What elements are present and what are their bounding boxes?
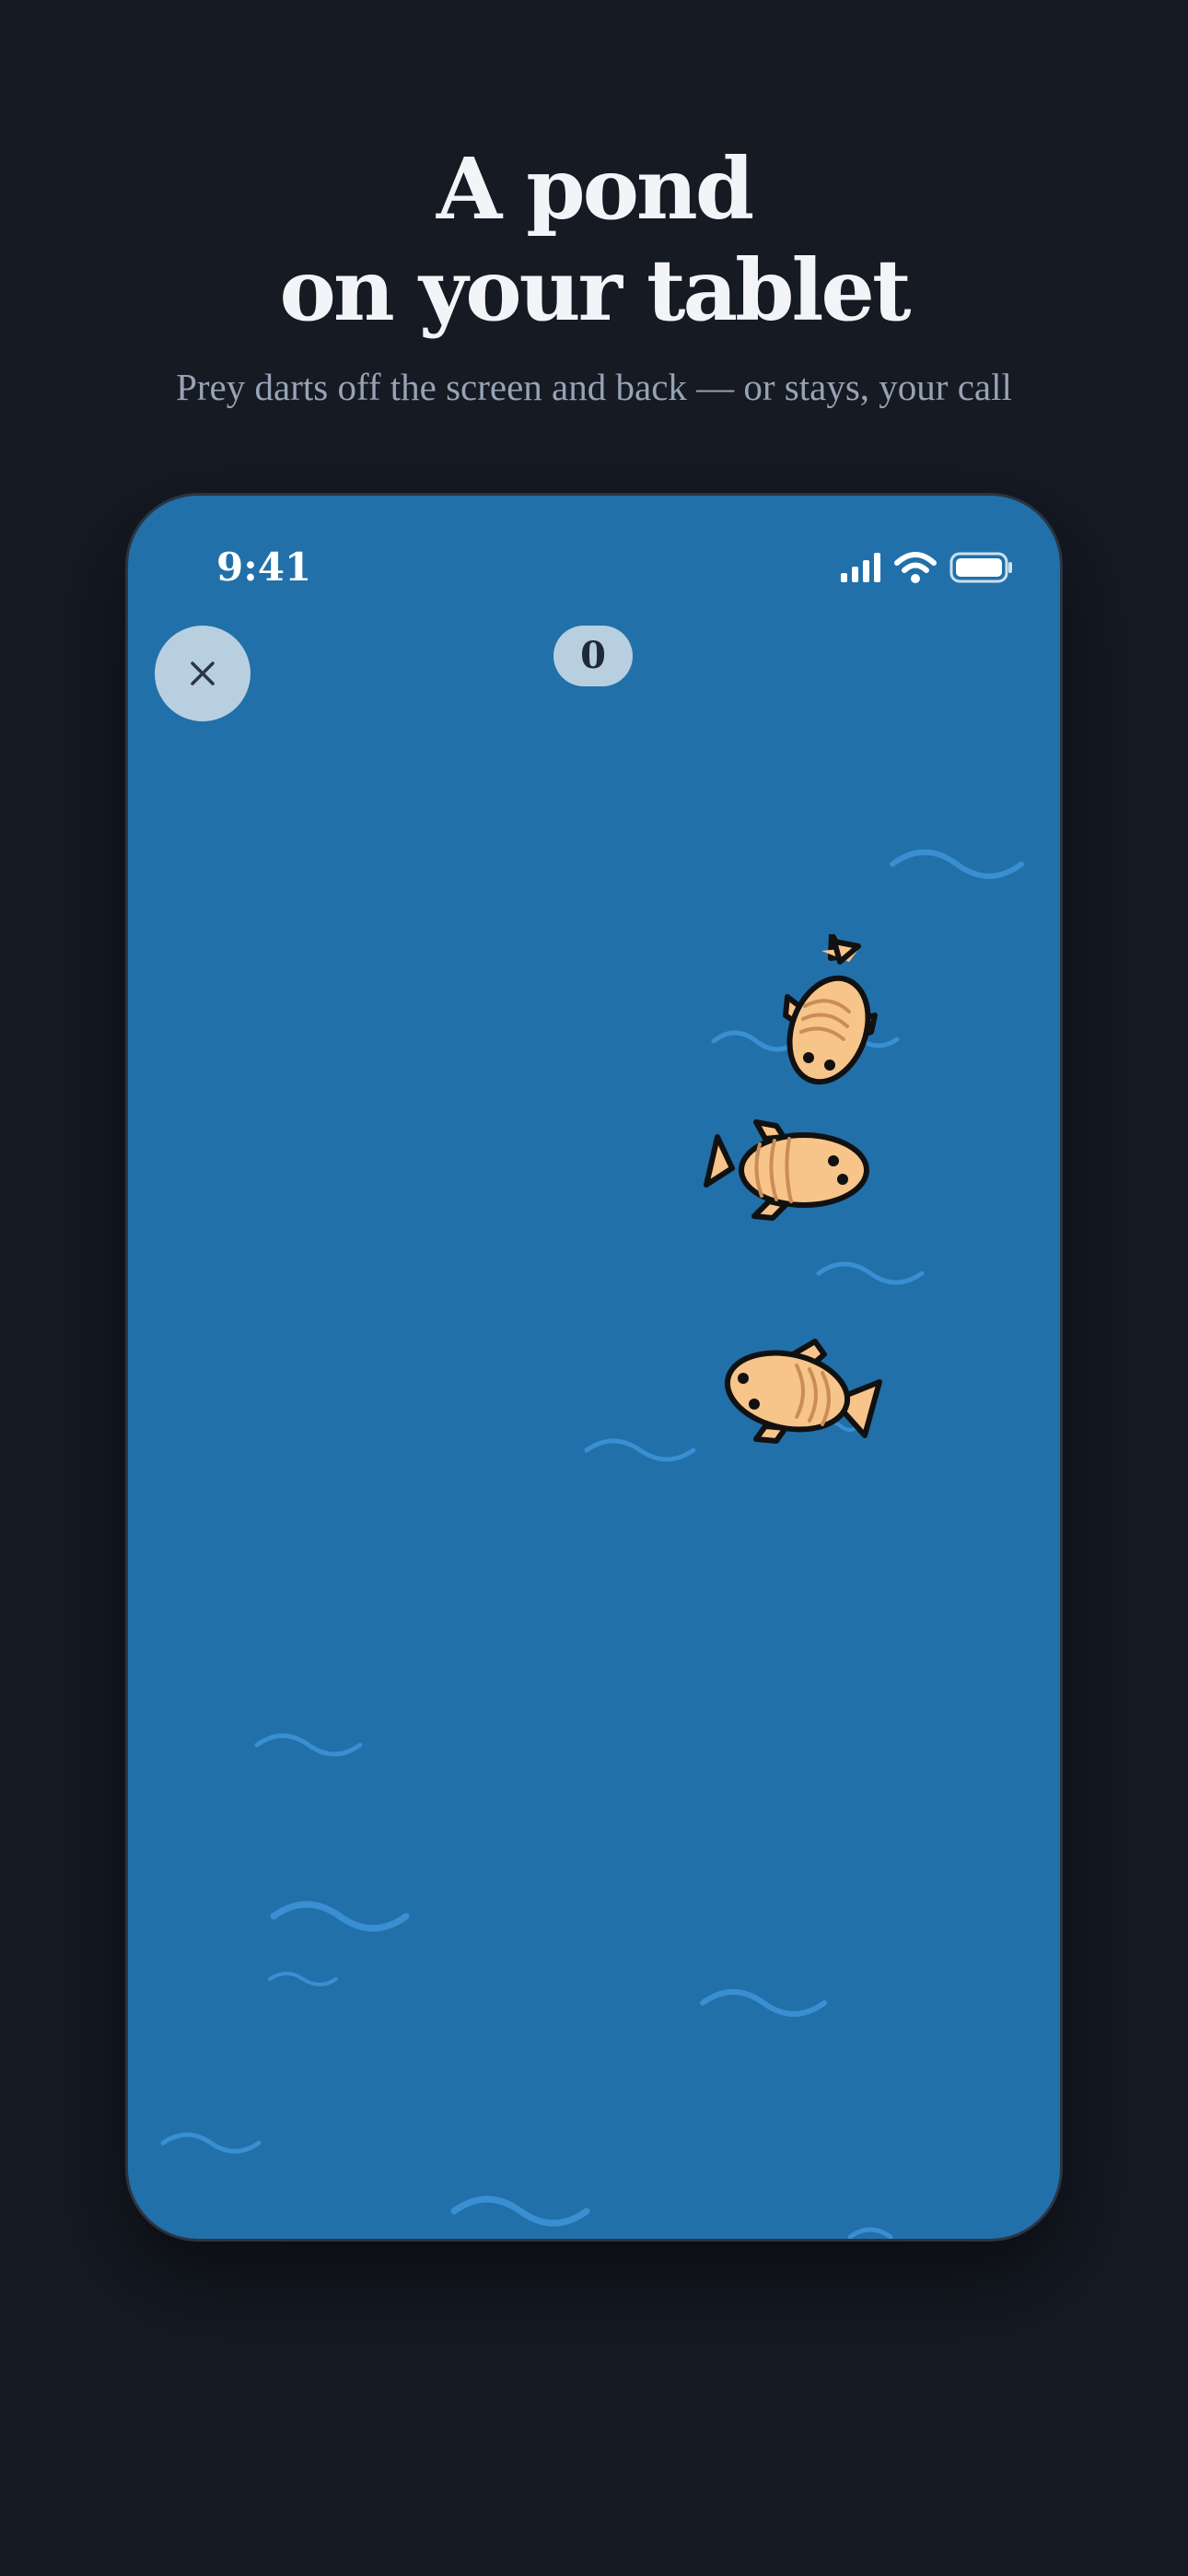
close-button[interactable] [155,626,250,721]
ripple [268,1972,338,1986]
status-time: 9:41 [216,544,312,590]
ripple [847,2227,893,2239]
ripple [270,1901,410,1932]
cellular-signal-icon [841,553,880,582]
status-icons [841,549,1014,586]
prey-fish[interactable] [705,1332,891,1445]
ripple [816,1261,925,1285]
prey-fish[interactable] [699,1113,883,1227]
subheadline: Prey darts off the screen and back — or … [176,366,1012,408]
ripple [700,1989,827,2017]
headline: A pond on your tablet [0,138,1188,341]
ripple [450,2195,590,2227]
score-counter: 0 [553,626,633,686]
ripple [254,1733,363,1757]
ripple [584,1438,696,1462]
close-icon [191,662,215,685]
headline-line-1: A pond [436,139,754,239]
headline-line-2: on your tablet [279,240,912,340]
ripple [890,849,1024,879]
wifi-icon [894,552,937,583]
pond-water[interactable] [128,496,1060,2239]
battery-icon [949,552,1012,583]
tablet-frame: 9:41 0 [128,496,1060,2239]
prey-fish[interactable] [757,934,895,1096]
ripple [160,2132,262,2154]
